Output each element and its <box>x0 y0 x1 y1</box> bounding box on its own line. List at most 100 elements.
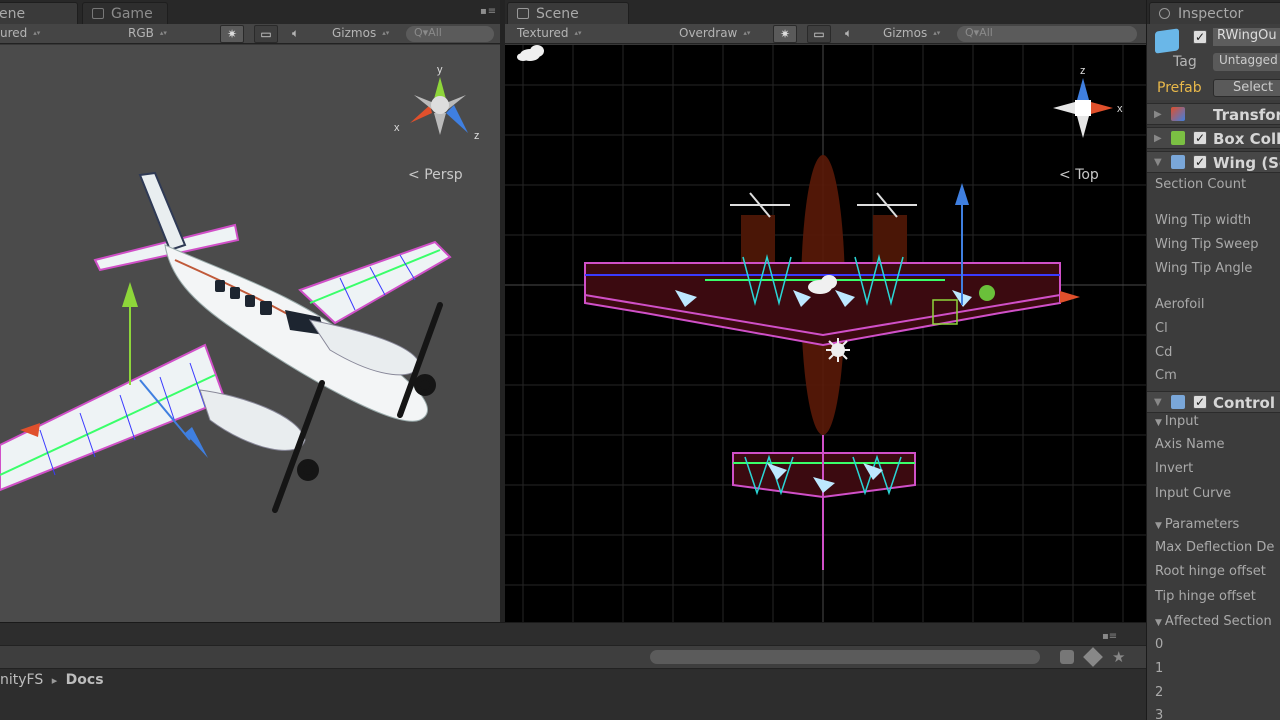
gizmos-dropdown[interactable]: Gizmos <box>332 26 389 42</box>
image-effects-toggle-icon[interactable]: ▭ <box>807 25 831 43</box>
inspector-panel: Inspector ✓ RWingOu Tag Untagged Prefab … <box>1146 0 1280 720</box>
light-icon[interactable] <box>826 338 850 362</box>
draw-mode-dropdown[interactable]: Textured <box>517 26 667 42</box>
component-enabled-checkbox[interactable]: ✓ <box>1193 131 1207 145</box>
component-transform[interactable]: ▶ Transfor <box>1147 103 1280 125</box>
collapse-arrow-icon[interactable]: ▶ <box>1154 109 1162 120</box>
panel-menu-icon[interactable]: ▪≡ <box>480 6 497 17</box>
component-label: Wing (Sc <box>1213 154 1280 172</box>
project-breadcrumb: nityFS ▸ Docs <box>0 672 104 692</box>
scene-icon <box>517 8 529 19</box>
field-cm: Cm <box>1155 368 1177 383</box>
component-control-surface[interactable]: ▼ ✓ Control S <box>1147 391 1280 413</box>
script-icon <box>1171 155 1185 169</box>
field-aerofoil: Aerofoil <box>1155 297 1205 312</box>
gizmo-x-label: x <box>394 122 400 134</box>
gizmo-x-label: x <box>1117 103 1123 115</box>
foldout-label: Affected Section <box>1164 614 1272 629</box>
audio-toggle-icon[interactable]: 🔈︎ <box>845 26 852 42</box>
view-mode-text: Persp <box>424 167 463 183</box>
parameters-foldout[interactable]: ▼ Parameters <box>1155 517 1239 532</box>
component-box-collider[interactable]: ▶ ✓ Box Coll <box>1147 127 1280 149</box>
expand-arrow-icon: ▼ <box>1155 618 1162 628</box>
field-tip-hinge-offset: Tip hinge offset <box>1155 589 1256 604</box>
back-arrow-icon: < <box>408 167 420 183</box>
hierarchy-search-input[interactable]: Q▾All <box>957 26 1137 42</box>
center-scene-toolbar: Textured Overdraw ✷ ▭ 🔈︎ Gizmos Q▾All <box>505 24 1146 44</box>
scene-viewport[interactable]: z x < Top <box>505 45 1146 622</box>
breadcrumb-leaf[interactable]: Docs <box>66 672 104 688</box>
tab-scene-left[interactable]: ene <box>0 2 78 24</box>
object-name-field[interactable]: RWingOu <box>1213 28 1280 46</box>
image-effects-toggle-icon[interactable]: ▭ <box>254 25 278 43</box>
tab-game[interactable]: Game <box>82 2 168 24</box>
render-mode-dropdown[interactable]: RGB <box>128 26 167 42</box>
collapse-arrow-icon[interactable]: ▶ <box>1154 133 1162 144</box>
game-viewport[interactable]: y x z < Persp <box>0 45 500 622</box>
field-cd: Cd <box>1155 345 1173 360</box>
tab-label: Game <box>111 6 153 22</box>
tab-label: Inspector <box>1178 6 1244 22</box>
affected-section-item: 2 <box>1155 685 1164 700</box>
field-cl: Cl <box>1155 321 1168 336</box>
field-root-hinge-offset: Root hinge offset <box>1155 564 1266 579</box>
gizmo-z-label: z <box>1080 65 1086 77</box>
filter-by-type-icon[interactable] <box>1060 650 1074 664</box>
affected-section-item: 1 <box>1155 661 1164 676</box>
scene-viewport-canvas: z x <box>505 45 1146 622</box>
left-tabstrip: ene Game ▪≡ <box>0 0 500 24</box>
tab-scene[interactable]: Scene <box>507 2 629 24</box>
audio-toggle-icon[interactable]: 🔈︎ <box>292 26 299 42</box>
input-foldout[interactable]: ▼ Input <box>1155 414 1199 429</box>
info-icon <box>1159 8 1170 19</box>
gizmo-z-label: z <box>474 130 480 142</box>
field-wing-tip-width: Wing Tip width <box>1155 213 1252 228</box>
back-arrow-icon: < <box>1059 167 1071 183</box>
transform-icon <box>1171 107 1185 121</box>
tab-inspector[interactable]: Inspector <box>1149 2 1280 24</box>
gizmo-y-label: y <box>437 64 443 76</box>
tag-dropdown[interactable]: Untagged <box>1213 53 1280 71</box>
breadcrumb-root[interactable]: nityFS <box>0 672 43 688</box>
foldout-label: Parameters <box>1164 517 1240 532</box>
component-wing[interactable]: ▼ ✓ Wing (Sc <box>1147 151 1280 173</box>
object-header: ✓ RWingOu Tag Untagged Prefab Select <box>1147 24 1280 100</box>
render-mode-dropdown[interactable]: Overdraw <box>679 26 769 42</box>
prefab-label: Prefab <box>1157 80 1202 96</box>
draw-mode-dropdown[interactable]: ured <box>0 26 40 42</box>
active-checkbox[interactable]: ✓ <box>1193 30 1207 44</box>
component-enabled-checkbox[interactable]: ✓ <box>1193 155 1207 169</box>
expand-arrow-icon: ▼ <box>1155 521 1162 531</box>
foldout-label: Input <box>1164 414 1199 429</box>
expand-arrow-icon[interactable]: ▼ <box>1154 397 1162 408</box>
hierarchy-search-input[interactable]: Q▾All <box>406 26 494 42</box>
lighting-toggle-icon[interactable]: ✷ <box>220 25 244 43</box>
gizmos-dropdown[interactable]: Gizmos <box>883 26 940 42</box>
center-tabstrip: Scene <box>505 0 1146 24</box>
component-enabled-checkbox[interactable]: ✓ <box>1193 395 1207 409</box>
script-icon <box>1171 395 1185 409</box>
project-panel: ▪≡ <box>0 622 1146 720</box>
game-icon <box>92 8 104 19</box>
component-label: Transfor <box>1213 106 1280 124</box>
favorite-star-icon[interactable]: ★ <box>1112 648 1125 666</box>
expand-arrow-icon[interactable]: ▼ <box>1154 157 1162 168</box>
field-section-count: Section Count <box>1155 177 1247 192</box>
project-search-input[interactable] <box>650 650 1040 664</box>
view-mode-text: Top <box>1075 167 1099 183</box>
expand-arrow-icon: ▼ <box>1155 418 1162 428</box>
prefab-select-button[interactable]: Select <box>1213 79 1280 97</box>
lighting-toggle-icon[interactable]: ✷ <box>773 25 797 43</box>
game-viewport-canvas: y x z <box>0 45 500 622</box>
view-mode-label[interactable]: < Persp <box>408 167 463 183</box>
component-label: Box Coll <box>1213 130 1280 148</box>
field-wing-tip-angle: Wing Tip Angle <box>1155 261 1253 276</box>
panel-menu-icon[interactable]: ▪≡ <box>1102 631 1117 642</box>
affected-sections-foldout[interactable]: ▼ Affected Section <box>1155 614 1272 629</box>
field-max-deflection: Max Deflection De <box>1155 540 1275 555</box>
tab-label: ene <box>0 6 26 22</box>
affected-section-item: 3 <box>1155 708 1164 720</box>
inspector-tabstrip: Inspector <box>1147 0 1280 24</box>
view-mode-label[interactable]: < Top <box>1059 167 1099 183</box>
tab-label: Scene <box>536 6 579 22</box>
